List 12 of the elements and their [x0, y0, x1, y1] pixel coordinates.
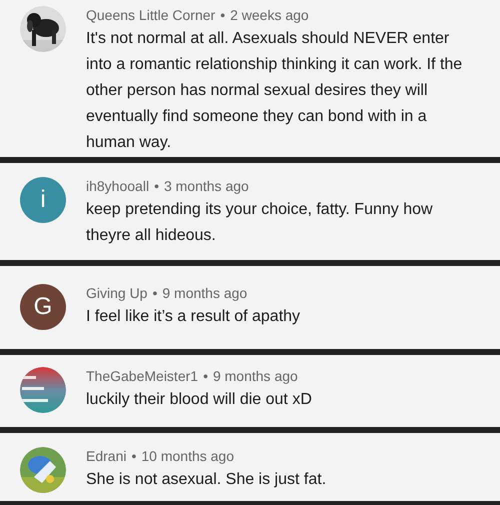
avatar[interactable]: G — [20, 284, 66, 330]
avatar[interactable]: i — [20, 177, 66, 223]
comment-text: It's not normal at all. Asexuals should NEVER enter into a romantic relationship thinking it can work. If the other person has normal sexual desires they will eventually find someone they can bond with in a human way. — [86, 29, 464, 153]
comment-meta: TheGabeMeister1 • 9 months ago — [86, 367, 299, 385]
comment-text: She is not asexual. She is just fat. — [86, 470, 326, 490]
comment-meta: ih8yhooall • 3 months ago — [86, 177, 250, 195]
comment-meta: Edrani • 10 months ago — [86, 447, 235, 465]
comment-meta: Giving Up • 9 months ago — [86, 284, 248, 302]
comment-text: I feel like it’s a result of apathy — [86, 307, 300, 327]
comment-meta: Queens Little Corner • 2 weeks ago — [86, 6, 310, 24]
comment-text: keep pretending its your choice, fatty. Funny how theyre all hideous. — [86, 200, 434, 246]
comment-text: luckily their blood will die out xD — [86, 390, 312, 410]
